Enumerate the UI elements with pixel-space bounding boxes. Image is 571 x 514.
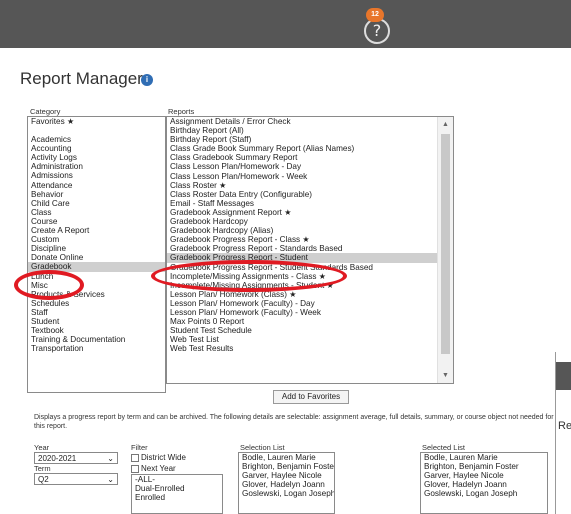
filter-label: Filter [131,443,148,452]
category-item[interactable]: Custom [28,235,165,244]
filter-list[interactable]: -ALL- Dual-Enrolled Enrolled [131,474,223,514]
reports-scrollbar[interactable]: ▲ ▼ [437,117,453,383]
report-item[interactable]: Gradebook Hardcopy (Alias) [167,226,453,235]
info-icon[interactable]: i [141,74,153,86]
reports-list[interactable]: Assignment Details / Error Check Birthday… [166,116,454,384]
report-item[interactable]: Class Roster Data Entry (Configurable) [167,190,453,199]
report-item[interactable]: Lesson Plan/ Homework (Faculty) - Week [167,308,453,317]
selection-item[interactable]: Glover, Hadelyn Joann [239,480,334,489]
district-wide-label: District Wide [141,453,186,462]
checkbox-icon [131,453,139,462]
scroll-thumb[interactable] [441,134,450,354]
selected-item[interactable]: Goslewski, Logan Joseph [421,489,547,498]
report-item[interactable]: Birthday Report (Staff) [167,135,453,144]
category-item[interactable]: Textbook [28,326,165,335]
scroll-up-icon[interactable]: ▲ [442,121,449,128]
selection-item[interactable]: Goslewski, Logan Joseph [239,489,334,498]
report-item[interactable]: Email - Staff Messages [167,199,453,208]
category-item[interactable]: Schedules [28,299,165,308]
category-item[interactable]: Discipline [28,244,165,253]
term-select[interactable]: Q2 ⌄ [34,473,118,485]
selected-item[interactable]: Bodle, Lauren Marie [421,453,547,462]
report-item[interactable]: Assignment Details / Error Check [167,117,453,126]
category-item[interactable]: Administration [28,162,165,171]
term-value: Q2 [38,475,49,484]
overlay-title: Re [558,420,571,432]
overlapping-window: Re [555,352,571,514]
add-to-favorites-button[interactable]: Add to Favorites [273,390,349,404]
reports-label: Reports [168,107,195,116]
next-year-label: Next Year [141,464,176,473]
selected-item[interactable]: Glover, Hadelyn Joann [421,480,547,489]
notification-badge[interactable]: 12 [366,8,384,22]
filter-item[interactable]: -ALL- [132,475,222,484]
selection-item[interactable]: Brighton, Benjamin Foster [239,462,334,471]
category-item[interactable]: Donate Online [28,253,165,262]
year-select[interactable]: 2020-2021 ⌄ [34,452,118,464]
scroll-down-icon[interactable]: ▼ [442,372,449,379]
category-item [28,126,165,135]
category-label: Category [30,107,61,116]
highlight-ellipse-gradebook [14,270,84,300]
highlight-ellipse-report [151,260,347,292]
category-item[interactable]: Class [28,208,165,217]
filter-item[interactable]: Dual-Enrolled [132,484,222,493]
category-item[interactable]: Academics [28,135,165,144]
category-item[interactable]: Behavior [28,190,165,199]
category-list[interactable]: Favorites ★ Academics Accounting Activity L… [27,116,166,393]
chevron-down-icon: ⌄ [107,454,114,463]
selected-item[interactable]: Brighton, Benjamin Foster [421,462,547,471]
report-item[interactable]: Web Test List [167,335,453,344]
selection-list[interactable]: Bodle, Lauren Marie Brighton, Benjamin Fo… [238,452,335,514]
selection-list-label: Selection List [240,443,285,452]
term-label: Term [34,464,51,473]
category-item[interactable]: Admissions [28,171,165,180]
checkbox-icon [131,464,139,473]
filter-item[interactable]: Enrolled [132,493,222,502]
category-item[interactable]: Transportation [28,344,165,353]
category-item[interactable]: Student [28,317,165,326]
reports-items: Assignment Details / Error Check Birthday… [167,117,453,353]
report-item[interactable]: Gradebook Assignment Report ★ [167,208,453,217]
report-item[interactable]: Class Roster ★ [167,181,453,190]
category-item[interactable]: Training & Documentation [28,335,165,344]
report-item[interactable]: Class Grade Book Summary Report (Alias N… [167,144,453,153]
report-item[interactable]: Gradebook Progress Report - Standards Ba… [167,244,453,253]
report-item[interactable]: Student Test Schedule [167,326,453,335]
chevron-down-icon: ⌄ [107,475,114,484]
page-title: Report Manager [20,69,143,88]
top-bar: ? 12 [0,0,571,48]
selected-list-label: Selected List [422,443,465,452]
report-item[interactable]: Birthday Report (All) [167,126,453,135]
next-year-checkbox[interactable]: Next Year [131,464,176,473]
category-item[interactable]: Favorites ★ [28,117,165,126]
year-label: Year [34,443,50,452]
category-item[interactable]: Activity Logs [28,153,165,162]
selected-list[interactable]: Bodle, Lauren Marie Brighton, Benjamin Fo… [420,452,548,514]
category-item[interactable]: Create A Report [28,226,165,235]
overlay-title-bar [556,362,571,390]
year-value: 2020-2021 [38,454,77,463]
report-item[interactable]: Max Points 0 Report [167,317,453,326]
report-item[interactable]: Gradebook Hardcopy [167,217,453,226]
selected-item[interactable]: Garver, Haylee Nicole [421,471,547,480]
report-item[interactable]: Class Gradebook Summary Report [167,153,453,162]
category-item[interactable]: Course [28,217,165,226]
report-item[interactable]: Lesson Plan/ Homework (Class) ★ [167,290,453,299]
selection-item[interactable]: Garver, Haylee Nicole [239,471,334,480]
selection-item[interactable]: Bodle, Lauren Marie [239,453,334,462]
report-item[interactable]: Web Test Results [167,344,453,353]
category-item[interactable]: Staff [28,308,165,317]
report-item[interactable]: Class Lesson Plan/Homework - Week [167,172,453,181]
report-description: Displays a progress report by term and c… [34,414,554,430]
category-item[interactable]: Child Care [28,199,165,208]
category-item[interactable]: Accounting [28,144,165,153]
district-wide-checkbox[interactable]: District Wide [131,453,186,462]
report-item[interactable]: Class Lesson Plan/Homework - Day [167,162,453,171]
report-item[interactable]: Gradebook Progress Report - Class ★ [167,235,453,244]
category-item[interactable]: Attendance [28,181,165,190]
report-item[interactable]: Lesson Plan/ Homework (Faculty) - Day [167,299,453,308]
